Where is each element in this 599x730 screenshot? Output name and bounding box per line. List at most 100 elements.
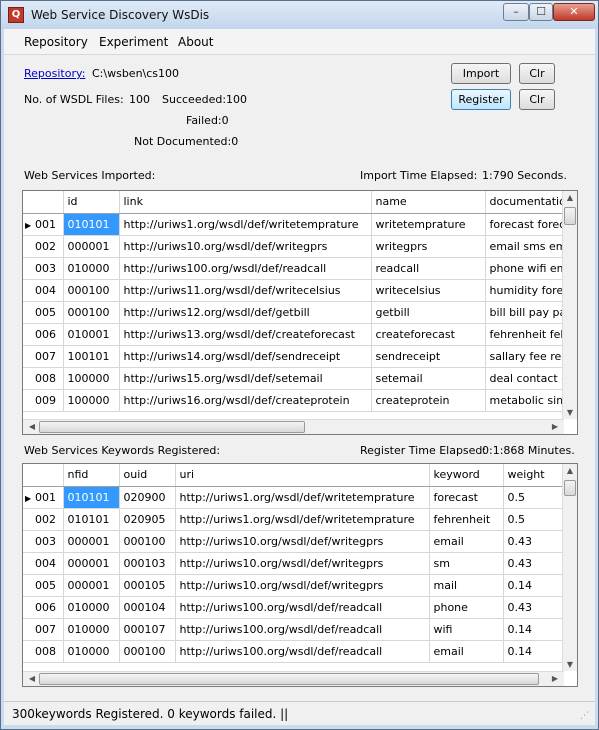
registered-grid[interactable]: nfid ouid uri keyword weight ▶ 001 010101 0… — [22, 463, 578, 687]
cell-name[interactable]: writegprs — [371, 235, 486, 258]
row-header[interactable]: 003 — [23, 530, 64, 553]
table-row[interactable]: 003 010000 http://uriws100.org/wsdl/def/re… — [23, 257, 577, 280]
cell-uri[interactable]: http://uriws1.org/wsdl/def/writetempratu… — [175, 486, 430, 509]
row-header[interactable]: 006 — [23, 323, 64, 346]
title-bar[interactable]: Q Web Service Discovery WsDis – ☐ ✕ — [1, 1, 598, 29]
cell-uri[interactable]: http://uriws10.org/wsdl/def/writegprs — [175, 552, 430, 575]
registered-vscroll-thumb[interactable] — [564, 480, 576, 496]
column-header-keyword[interactable]: keyword — [429, 464, 504, 487]
row-header[interactable]: 004 — [23, 552, 64, 575]
table-row[interactable]: 002 000001 http://uriws10.org/wsdl/def/wri… — [23, 235, 577, 258]
registered-vertical-scrollbar[interactable]: ▲ ▼ — [562, 464, 577, 671]
cell-id[interactable]: 010001 — [63, 323, 120, 346]
cell-ouid[interactable]: 000100 — [119, 530, 176, 553]
column-header-id[interactable]: id — [63, 191, 120, 214]
cell-nfid[interactable]: 000001 — [63, 574, 120, 597]
scroll-up-icon[interactable]: ▲ — [563, 193, 577, 202]
row-header[interactable]: 004 — [23, 279, 64, 302]
cell-nfid[interactable]: 010000 — [63, 596, 120, 619]
scroll-up-icon[interactable]: ▲ — [563, 466, 577, 475]
row-header[interactable]: 003 — [23, 257, 64, 280]
cell-keyword[interactable]: wifi — [429, 618, 504, 641]
cell-link[interactable]: http://uriws11.org/wsdl/def/writecelsius — [119, 279, 372, 302]
table-row[interactable]: 008 100000 http://uriws15.org/wsdl/def/set… — [23, 367, 577, 390]
cell-nfid[interactable]: 010101 — [63, 486, 120, 509]
row-header[interactable]: ▶ 001 — [23, 213, 64, 236]
scroll-down-icon[interactable]: ▼ — [563, 660, 577, 669]
cell-name[interactable]: setemail — [371, 367, 486, 390]
row-header[interactable]: 002 — [23, 235, 64, 258]
cell-ouid[interactable]: 000104 — [119, 596, 176, 619]
row-header[interactable]: 005 — [23, 574, 64, 597]
cell-name[interactable]: getbill — [371, 301, 486, 324]
cell-uri[interactable]: http://uriws10.org/wsdl/def/writegprs — [175, 574, 430, 597]
table-row[interactable]: 005 000001 000105 http://uriws10.org/wsdl/d… — [23, 574, 577, 597]
cell-nfid[interactable]: 010101 — [63, 508, 120, 531]
cell-keyword[interactable]: fehrenheit — [429, 508, 504, 531]
menu-repository[interactable]: Repository — [24, 35, 88, 49]
repository-link[interactable]: Repository: — [24, 67, 85, 80]
cell-name[interactable]: writetemprature — [371, 213, 486, 236]
cell-ouid[interactable]: 000100 — [119, 640, 176, 663]
import-button[interactable]: Import — [451, 63, 511, 84]
table-row[interactable]: 007 100101 http://uriws14.org/wsdl/def/sen… — [23, 345, 577, 368]
cell-nfid[interactable]: 000001 — [63, 530, 120, 553]
cell-keyword[interactable]: phone — [429, 596, 504, 619]
column-header-name[interactable]: name — [371, 191, 486, 214]
table-row[interactable]: 008 010000 000100 http://uriws100.org/wsdl/… — [23, 640, 577, 663]
table-row[interactable]: 003 000001 000100 http://uriws10.org/wsdl/d… — [23, 530, 577, 553]
cell-uri[interactable]: http://uriws100.org/wsdl/def/readcall — [175, 596, 430, 619]
cell-id[interactable]: 000100 — [63, 301, 120, 324]
maximize-button[interactable]: ☐ — [529, 3, 553, 21]
row-header[interactable]: 007 — [23, 618, 64, 641]
registered-hscroll-thumb[interactable] — [39, 673, 539, 685]
cell-link[interactable]: http://uriws13.org/wsdl/def/createforeca… — [119, 323, 372, 346]
table-row[interactable]: 004 000001 000103 http://uriws10.org/wsdl/d… — [23, 552, 577, 575]
cell-link[interactable]: http://uriws1.org/wsdl/def/writetempratu… — [119, 213, 372, 236]
clear-import-button[interactable]: Clr — [519, 63, 555, 84]
cell-uri[interactable]: http://uriws1.org/wsdl/def/writetempratu… — [175, 508, 430, 531]
scroll-down-icon[interactable]: ▼ — [563, 408, 577, 417]
row-header[interactable]: 006 — [23, 596, 64, 619]
cell-ouid[interactable]: 000105 — [119, 574, 176, 597]
cell-link[interactable]: http://uriws100.org/wsdl/def/readcall — [119, 257, 372, 280]
table-row[interactable]: ▶ 001 010101 020900 http://uriws1.org/wsdl/d… — [23, 486, 577, 509]
cell-ouid[interactable]: 020900 — [119, 486, 176, 509]
row-header[interactable]: 005 — [23, 301, 64, 324]
column-header-uri[interactable]: uri — [175, 464, 430, 487]
resize-grip-icon[interactable]: ⋰ — [580, 710, 592, 722]
row-header[interactable]: 002 — [23, 508, 64, 531]
table-row[interactable]: ▶ 001 010101 http://uriws1.org/wsdl/def/wri… — [23, 213, 577, 236]
cell-id[interactable]: 100000 — [63, 367, 120, 390]
cell-name[interactable]: writecelsius — [371, 279, 486, 302]
scroll-left-icon[interactable]: ◀ — [25, 422, 39, 431]
imported-grid[interactable]: id link name documentation ▶ 001 010101 htt… — [22, 190, 578, 435]
row-header[interactable]: ▶ 001 — [23, 486, 64, 509]
cell-link[interactable]: http://uriws15.org/wsdl/def/setemail — [119, 367, 372, 390]
table-row[interactable]: 004 000100 http://uriws11.org/wsdl/def/wri… — [23, 279, 577, 302]
imported-hscroll-thumb[interactable] — [39, 421, 305, 433]
cell-name[interactable]: createforecast — [371, 323, 486, 346]
row-header[interactable]: 008 — [23, 640, 64, 663]
minimize-button[interactable]: – — [503, 3, 529, 21]
registered-horizontal-scrollbar[interactable]: ◀ ▶ — [23, 671, 564, 686]
table-row[interactable]: 009 100000 http://uriws16.org/wsdl/def/cre… — [23, 389, 577, 412]
clear-register-button[interactable]: Clr — [519, 89, 555, 110]
cell-name[interactable]: readcall — [371, 257, 486, 280]
column-header-ouid[interactable]: ouid — [119, 464, 176, 487]
cell-uri[interactable]: http://uriws100.org/wsdl/def/readcall — [175, 640, 430, 663]
cell-ouid[interactable]: 000103 — [119, 552, 176, 575]
column-header-nfid[interactable]: nfid — [63, 464, 120, 487]
menu-about[interactable]: About — [178, 35, 213, 49]
cell-id[interactable]: 010000 — [63, 257, 120, 280]
close-button[interactable]: ✕ — [553, 3, 595, 21]
cell-nfid[interactable]: 010000 — [63, 640, 120, 663]
table-row[interactable]: 002 010101 020905 http://uriws1.org/wsdl/de… — [23, 508, 577, 531]
cell-id[interactable]: 100000 — [63, 389, 120, 412]
imported-vertical-scrollbar[interactable]: ▲ ▼ — [562, 191, 577, 419]
imported-horizontal-scrollbar[interactable]: ◀ ▶ — [23, 419, 564, 434]
cell-name[interactable]: createprotein — [371, 389, 486, 412]
cell-keyword[interactable]: forecast — [429, 486, 504, 509]
cell-name[interactable]: sendreceipt — [371, 345, 486, 368]
cell-uri[interactable]: http://uriws10.org/wsdl/def/writegprs — [175, 530, 430, 553]
